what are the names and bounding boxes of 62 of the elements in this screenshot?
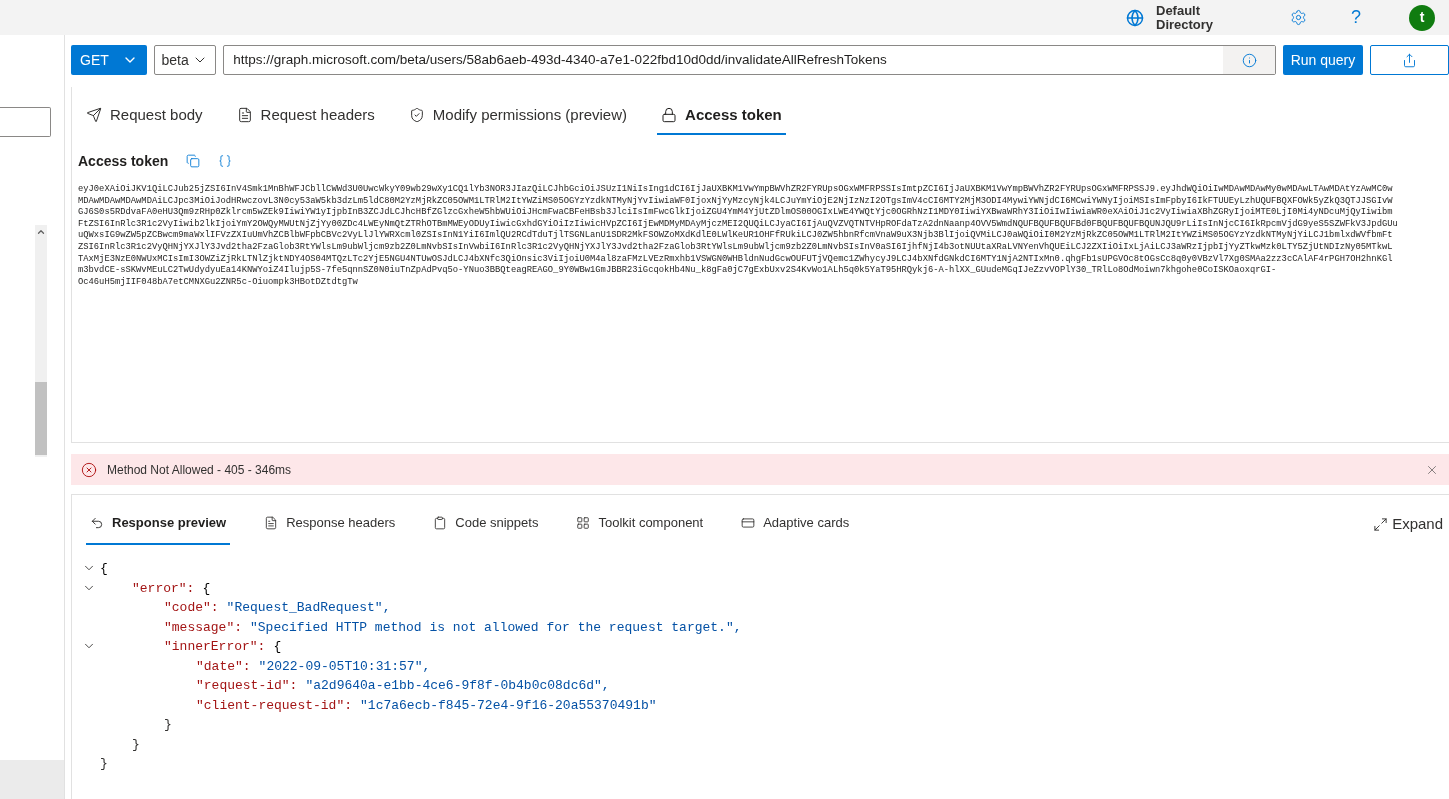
json-key: "message": — [164, 617, 242, 637]
json-key: "date": — [196, 656, 251, 676]
undo-icon — [90, 516, 104, 530]
json-brace: { — [273, 638, 282, 656]
json-value: "a2d9640a-e1bb-4ce6-9f8f-0b4b0c08dc6d", — [305, 677, 610, 695]
url-text: https://graph.microsoft.com/beta/users/58ab6aeb-493d-4340-a7e1-022fbd10d0dd/invalidateAllRefreshTokens — [232, 50, 888, 69]
json-value: "Specified HTTP method is not allowed for the request target.", — [250, 618, 742, 637]
braces-icon[interactable] — [218, 154, 233, 168]
json-brace: } — [100, 756, 108, 771]
tab[interactable]: Response preview — [86, 503, 231, 545]
version-dropdown[interactable]: beta — [153, 45, 217, 75]
json-brace: } — [132, 736, 140, 752]
expand-button[interactable]: Expand — [1373, 512, 1449, 536]
tab[interactable]: Modify permissions (preview) — [404, 97, 632, 135]
grid-icon — [576, 516, 591, 530]
tab[interactable]: Access token — [657, 97, 786, 135]
tab[interactable]: Response headers — [260, 503, 400, 545]
run-query-button[interactable]: Run query — [1283, 45, 1363, 75]
document-icon — [236, 107, 253, 123]
json-key: "request-id": — [196, 676, 298, 696]
info-button[interactable] — [1223, 46, 1276, 74]
expand-icon — [1373, 516, 1389, 532]
document-icon — [264, 516, 279, 530]
scroll-up-icon[interactable] — [36, 227, 46, 237]
json-value: "Request_BadRequest", — [226, 599, 391, 617]
settings-icon[interactable] — [1290, 9, 1307, 26]
tab[interactable]: Request headers — [232, 97, 379, 135]
tab[interactable]: Request body — [82, 97, 207, 135]
json-key: "client-request-id": — [196, 695, 353, 715]
user-avatar[interactable]: t — [1409, 4, 1435, 31]
search-field[interactable] — [0, 107, 51, 137]
json-key: "innerError": — [164, 637, 266, 657]
shield-icon — [408, 107, 425, 123]
clipboard-icon — [433, 516, 448, 530]
json-brace: } — [164, 717, 172, 732]
json-value: "1c7a6ecb-f845-72e4-9f16-20a55370491b" — [360, 696, 657, 715]
scrollbar-thumb[interactable] — [35, 382, 47, 455]
tab[interactable]: Toolkit component — [572, 503, 708, 545]
url-field[interactable]: https://graph.microsoft.com/beta/users/58ab6aeb-493d-4340-a7e1-022fbd10d0dd/invalidateAllRefreshTokens — [223, 45, 1277, 75]
directory-name[interactable]: Default Directory — [1156, 3, 1236, 32]
help-button[interactable]: ? — [1351, 4, 1361, 31]
json-key: "code": — [164, 598, 219, 618]
tab[interactable]: Code snippets — [429, 503, 543, 545]
globe-icon — [1126, 8, 1144, 27]
json-brace: { — [100, 560, 108, 578]
token-text: eyJ0eXAiOiJKV1QiLCJub25jZSI6InV4Smk1MnBhWFJCbllCWWd3U0UwcWkyY09wb29wXy1CQ1lYb3NOR3JIazQiLCJhbGciOiJSUzI1NiIsIng1dCI6IjJaUXBKM1VwYmpBWVhZR2FYRUpsOGxWMFRPSSIsImtpZCI6IjJaUXBKM1VwYmpBWVhZR2FYRUpsOGxWMFRPSSJ9.eyJhdWQiOiIwMDAwMDAwMy0wMDAwLTAwMDAtYzAwMC0w MDAwMDAwMDAwMDAiLCJpc3MiOiJodHRwczovL3N0cy53aW5kb3dzLm5ldC80M2YzMjRkZC05OWM1LTRlM2ItYWZiMS05OGYzYzdkNTMyNjYvIiwiaWF0IjoxNjYyMzcyNjk4LCJuYmYiOjE2NjIzNzI2OTgsImV4cCI6MTY2MjM3ODI4MywiYWNjdCI6MCwiYWNyIjoiMSIsImFpbyI6IkFTUUEyLzhUQUFBQXFOWk5yZkQ3QTJJSGIvW GJ6S0s5RDdvaFA0eHU3Qm9zRHp0Zklrcm5wZEk9IiwiYW1yIjpbInB3ZCJdLCJhcHBfZGlzcGxheW5hbWUiOiJHcmFwaCBFeHBsb3JlciIsImFwcGlkIjoiZGU4YmM4YjUtZDlmOS00OGIxLWE4YWQtYjc0OGRhNzI1MDY0IiwiYXBwaWRhY3IiOiIwIiwiaWR0eXAiOiJ1c2VyIiwiaXBhZGRyIjoiMTE0LjI0Mi4yNDcuMjQyIiwibm FtZSI6InRlc3R1c2VyIiwib2lkIjoiYmY2OWQyMWUtNjZjYy00ZDc4LWEyNmQtZTRhOTBmMWEyODUyIiwicGxhdGYiOiIzIiwicHVpZCI6IjEwMDMyMDAyMjczMEI2QUQiLCJyaCI6IjAuQVZVQTNTVHpROFdaTzA2dnNaanp4OVV5WmdNQUFBQUFBQUFBd0FBQUFBQUFBQUNJQU9rLiIsInNjcCI6IkRpcmVjdG9yeS5SZWFkV3JpdGUu uQWxsIG9wZW5pZCBwcm9maWxlIFVzZXIuUmVhZCBlbWFpbCBVc2VyLlJlYWRXcml0ZSIsInN1YiI6ImlQU2RCdTduTjlTSGNLanU1SDR2MkFSOWZoMXdKdlE0LWlKeUR1OHFfRUkiLCJ0ZW5hbnRfcmVnaW9uX3Njb3BlIjoiQVMiLCJ0aWQiOiI0M2YzMjRkZC05OWM1LTRlM2ItYWZiMS05OGYzYzdkNTMyNjYiLCJ1bmlxdWVfbmFt ZSI6InRlc3R1c2VyQHNjYXJlY3Jvd2tha2FzaGlob3RtYWlsLm9ubWljcm9zb2Z0LmNvbSIsInVwbiI6InRlc3R1c2VyQHNjYXJlY3Jvd2tha2FzaGlob3RtYWlsLm9ubWljcm9zb2Z0LmNvbSIsInV0aSI6IjhfNjI4b3otNUUtaXRaLVNYenVhQUEiLCJ2ZXIiOiIxLjAiLCJ3aWRzIjpbIjYyZTkwMzk0LTY5ZjUtNDIzNy05MTkwL TAxMjE3NzE0NWUxMCIsImI3OWZiZjRkLTNlZjktNDY4OS04MTQzLTc2YjE5NGU4NTUwOSJdLCJ4bXNfc3QiOnsic3ViIjoiU0M4al8zaFMzLVEzRmxhb1VSWGN0WHBldnNudGcwOUFUTjVQemc1ZWhycyJ9LCJ4bXNfdGNkdCI6MTY1NjA2NTIxMn0.qhgFb1sUPGVOc8tOGsCc8q0y0VBzVl7Xg0SMAa2zz3cCAlAF4rPGH7OH2hnKGl m3bvdCE-sSKWvMEuLC2TwUdydyuEa14KNWYoiZ4Ilujp5S-7fe5qnnSZ0N0iuTnZpAdPvq5o-YNuo3BBQteagREAGO_9Y0WBw1GmJBBR23iGcqokHb4Nu_k8gFa0jC7gExbUxv2S4KvWo1ALh5q0k5YaT95HRQykj6-A-hlXX_GUudeMGqIJeZzvVOPlY30_TRlLo8OdMoiwn7khgohe0CoISKOaoxqrGI- Oc46uH5mjIIF048bA7etCMNXGu2ZNR5c-Oiuompk3HBotDZtdtgTw — [78, 184, 1399, 289]
section-title: Access token — [78, 151, 169, 171]
share-button[interactable] — [1369, 45, 1449, 75]
share-icon — [1401, 52, 1417, 68]
send-icon — [86, 107, 102, 123]
lock-icon — [661, 107, 678, 123]
json-key: "error": — [132, 578, 195, 598]
status-message: Method Not Allowed - 405 - 346ms — [107, 461, 292, 479]
error-icon — [81, 461, 97, 478]
info-icon — [1241, 52, 1257, 68]
json-value: "2022-09-05T10:31:57", — [258, 657, 431, 676]
tab[interactable]: Adaptive cards — [737, 503, 854, 545]
card-icon — [741, 516, 756, 530]
copy-icon[interactable] — [186, 154, 201, 168]
scrollbar[interactable] — [35, 225, 47, 457]
json-brace: { — [202, 579, 211, 598]
method-dropdown[interactable]: GET — [71, 45, 147, 75]
